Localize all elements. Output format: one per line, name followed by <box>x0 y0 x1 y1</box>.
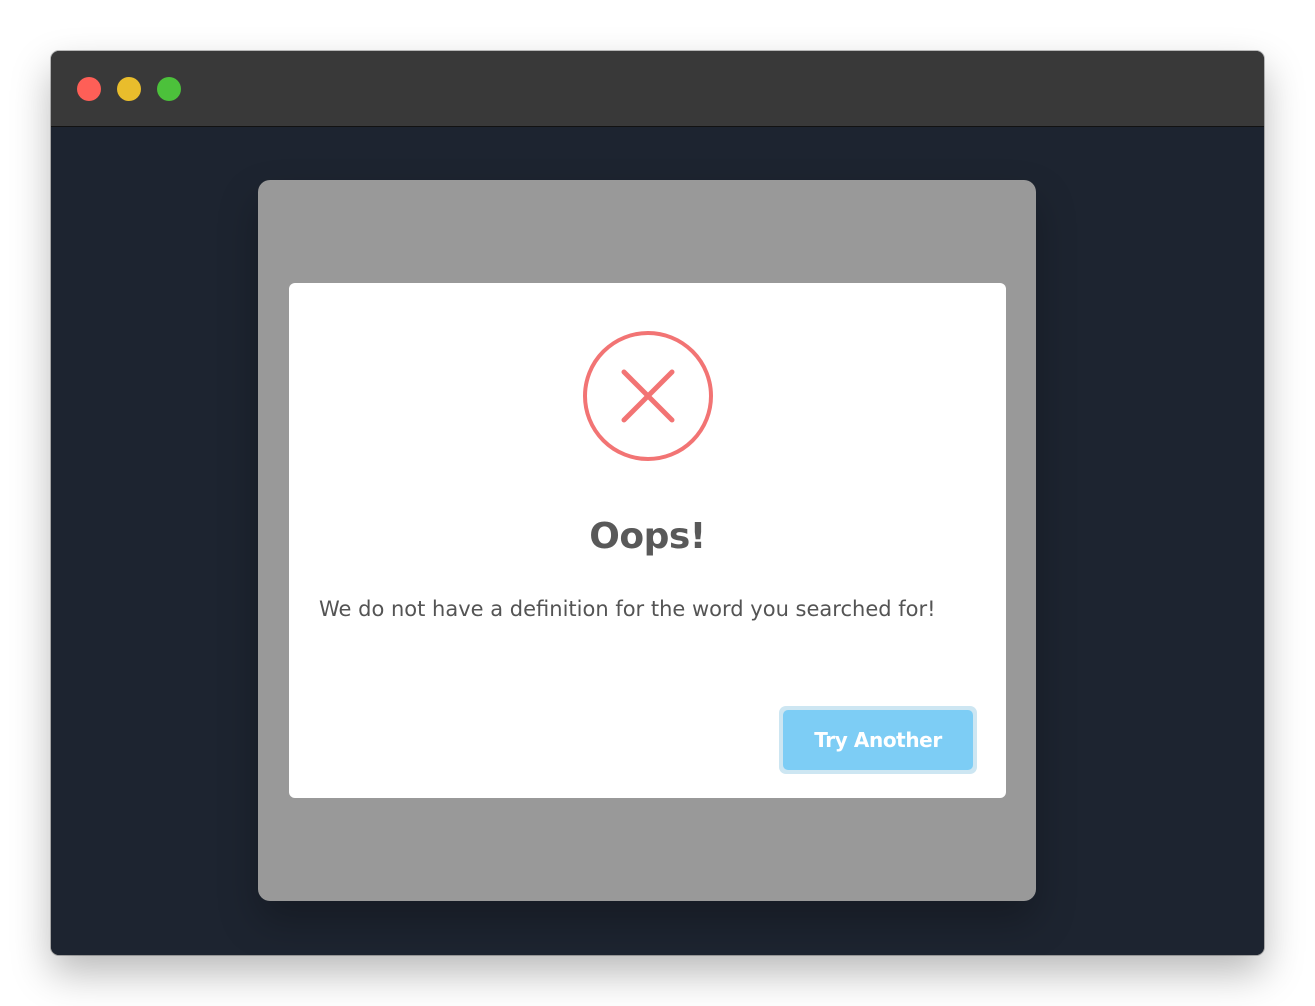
modal-overlay: Oops! We do not have a definition for th… <box>258 180 1036 901</box>
close-window-button[interactable] <box>77 77 101 101</box>
try-another-button[interactable]: Try Another <box>783 710 973 770</box>
title-bar <box>51 51 1264 127</box>
minimize-window-button[interactable] <box>117 77 141 101</box>
dialog-message: We do not have a definition for the word… <box>319 597 936 621</box>
error-x-circle-icon <box>583 331 713 461</box>
error-dialog: Oops! We do not have a definition for th… <box>289 283 1006 798</box>
try-another-button-focus-ring: Try Another <box>779 706 977 774</box>
zoom-window-button[interactable] <box>157 77 181 101</box>
dialog-title: Oops! <box>589 516 706 557</box>
browser-window: Oops! We do not have a definition for th… <box>51 51 1264 955</box>
page-content: Oops! We do not have a definition for th… <box>51 127 1264 955</box>
